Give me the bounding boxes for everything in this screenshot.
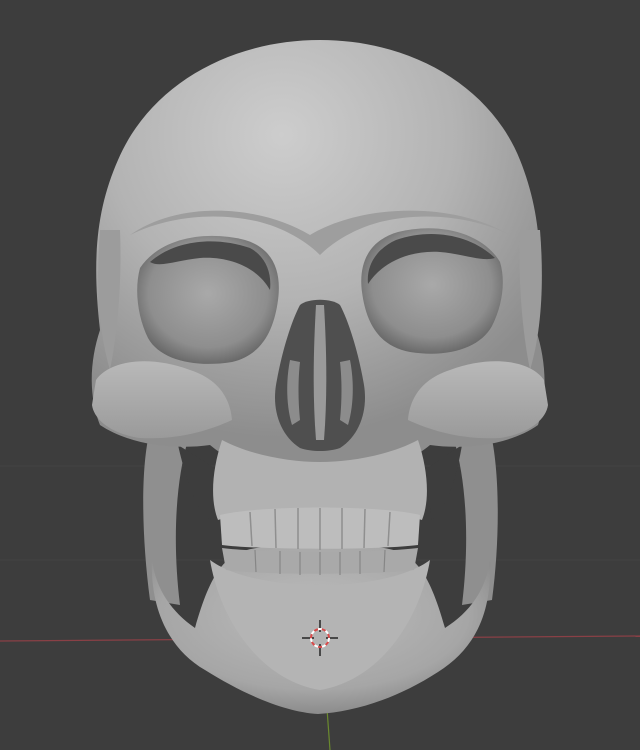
upper-teeth — [220, 507, 420, 550]
nasal-septum — [313, 305, 327, 440]
viewport-canvas[interactable] — [0, 0, 640, 750]
3d-viewport[interactable] — [0, 0, 640, 750]
skull-model[interactable] — [91, 40, 548, 714]
right-jaw-gap — [424, 445, 462, 520]
lower-teeth — [222, 548, 418, 575]
right-ramus — [454, 430, 498, 605]
left-jaw-gap — [178, 445, 218, 520]
